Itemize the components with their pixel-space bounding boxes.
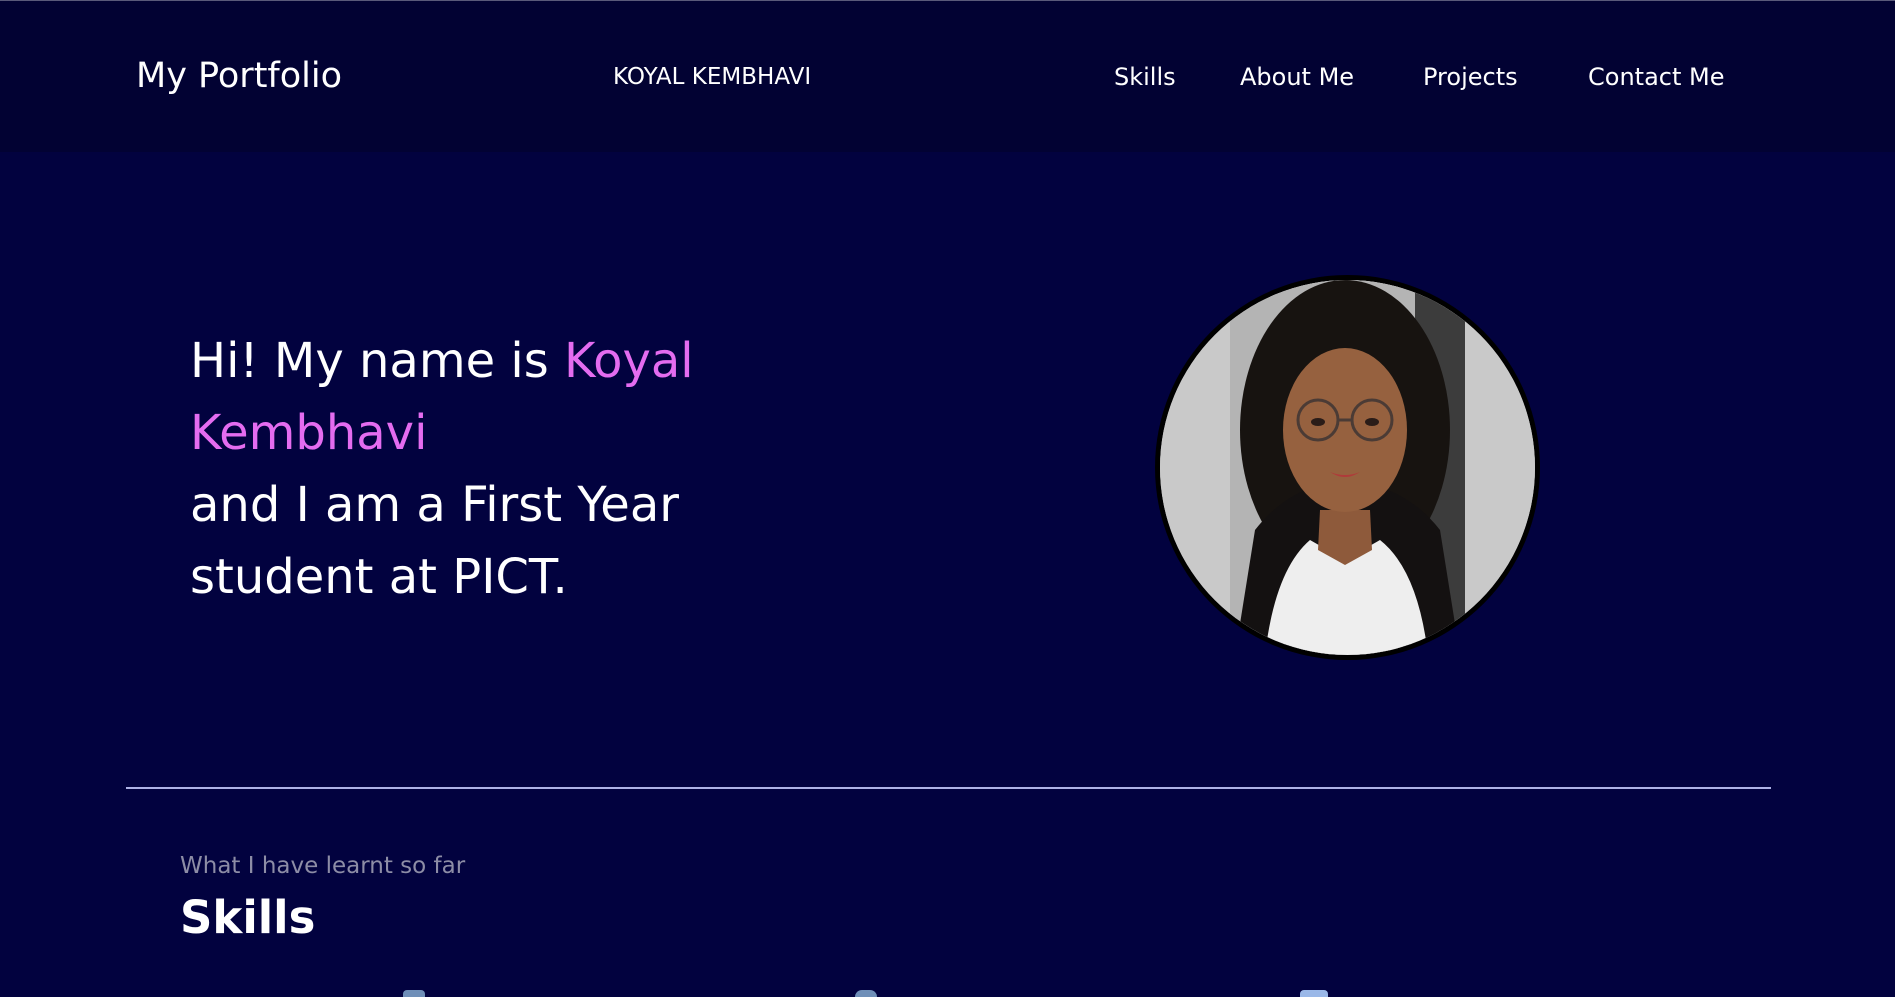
navbar: My Portfolio KOYAL KEMBHAVI Skills About… (0, 1, 1895, 152)
nav-link-skills[interactable]: Skills (1114, 59, 1176, 95)
skill-icon-peek (1300, 990, 1328, 997)
skills-subtitle: What I have learnt so far (180, 853, 466, 879)
nav-link-about-me[interactable]: About Me (1240, 59, 1354, 95)
profile-photo (1155, 275, 1540, 660)
hero-intro-suffix: and I am a First Year student at PICT. (190, 477, 679, 605)
nav-links: Skills About Me Projects Contact Me (0, 59, 1895, 95)
skill-icon-peek (855, 990, 877, 997)
hero-intro-prefix: Hi! My name is (190, 333, 564, 389)
portfolio-page: My Portfolio KOYAL KEMBHAVI Skills About… (0, 0, 1895, 997)
profile-photo-image (1160, 280, 1535, 655)
skills-title: Skills (180, 891, 316, 944)
profile-photo-illustration (1160, 280, 1535, 655)
hero-intro: Hi! My name is Koyal Kembhavi and I am a… (190, 325, 810, 613)
nav-link-projects[interactable]: Projects (1423, 59, 1518, 95)
nav-link-contact-me[interactable]: Contact Me (1588, 59, 1724, 95)
skill-icon-peek (403, 990, 425, 997)
section-divider (126, 787, 1771, 789)
